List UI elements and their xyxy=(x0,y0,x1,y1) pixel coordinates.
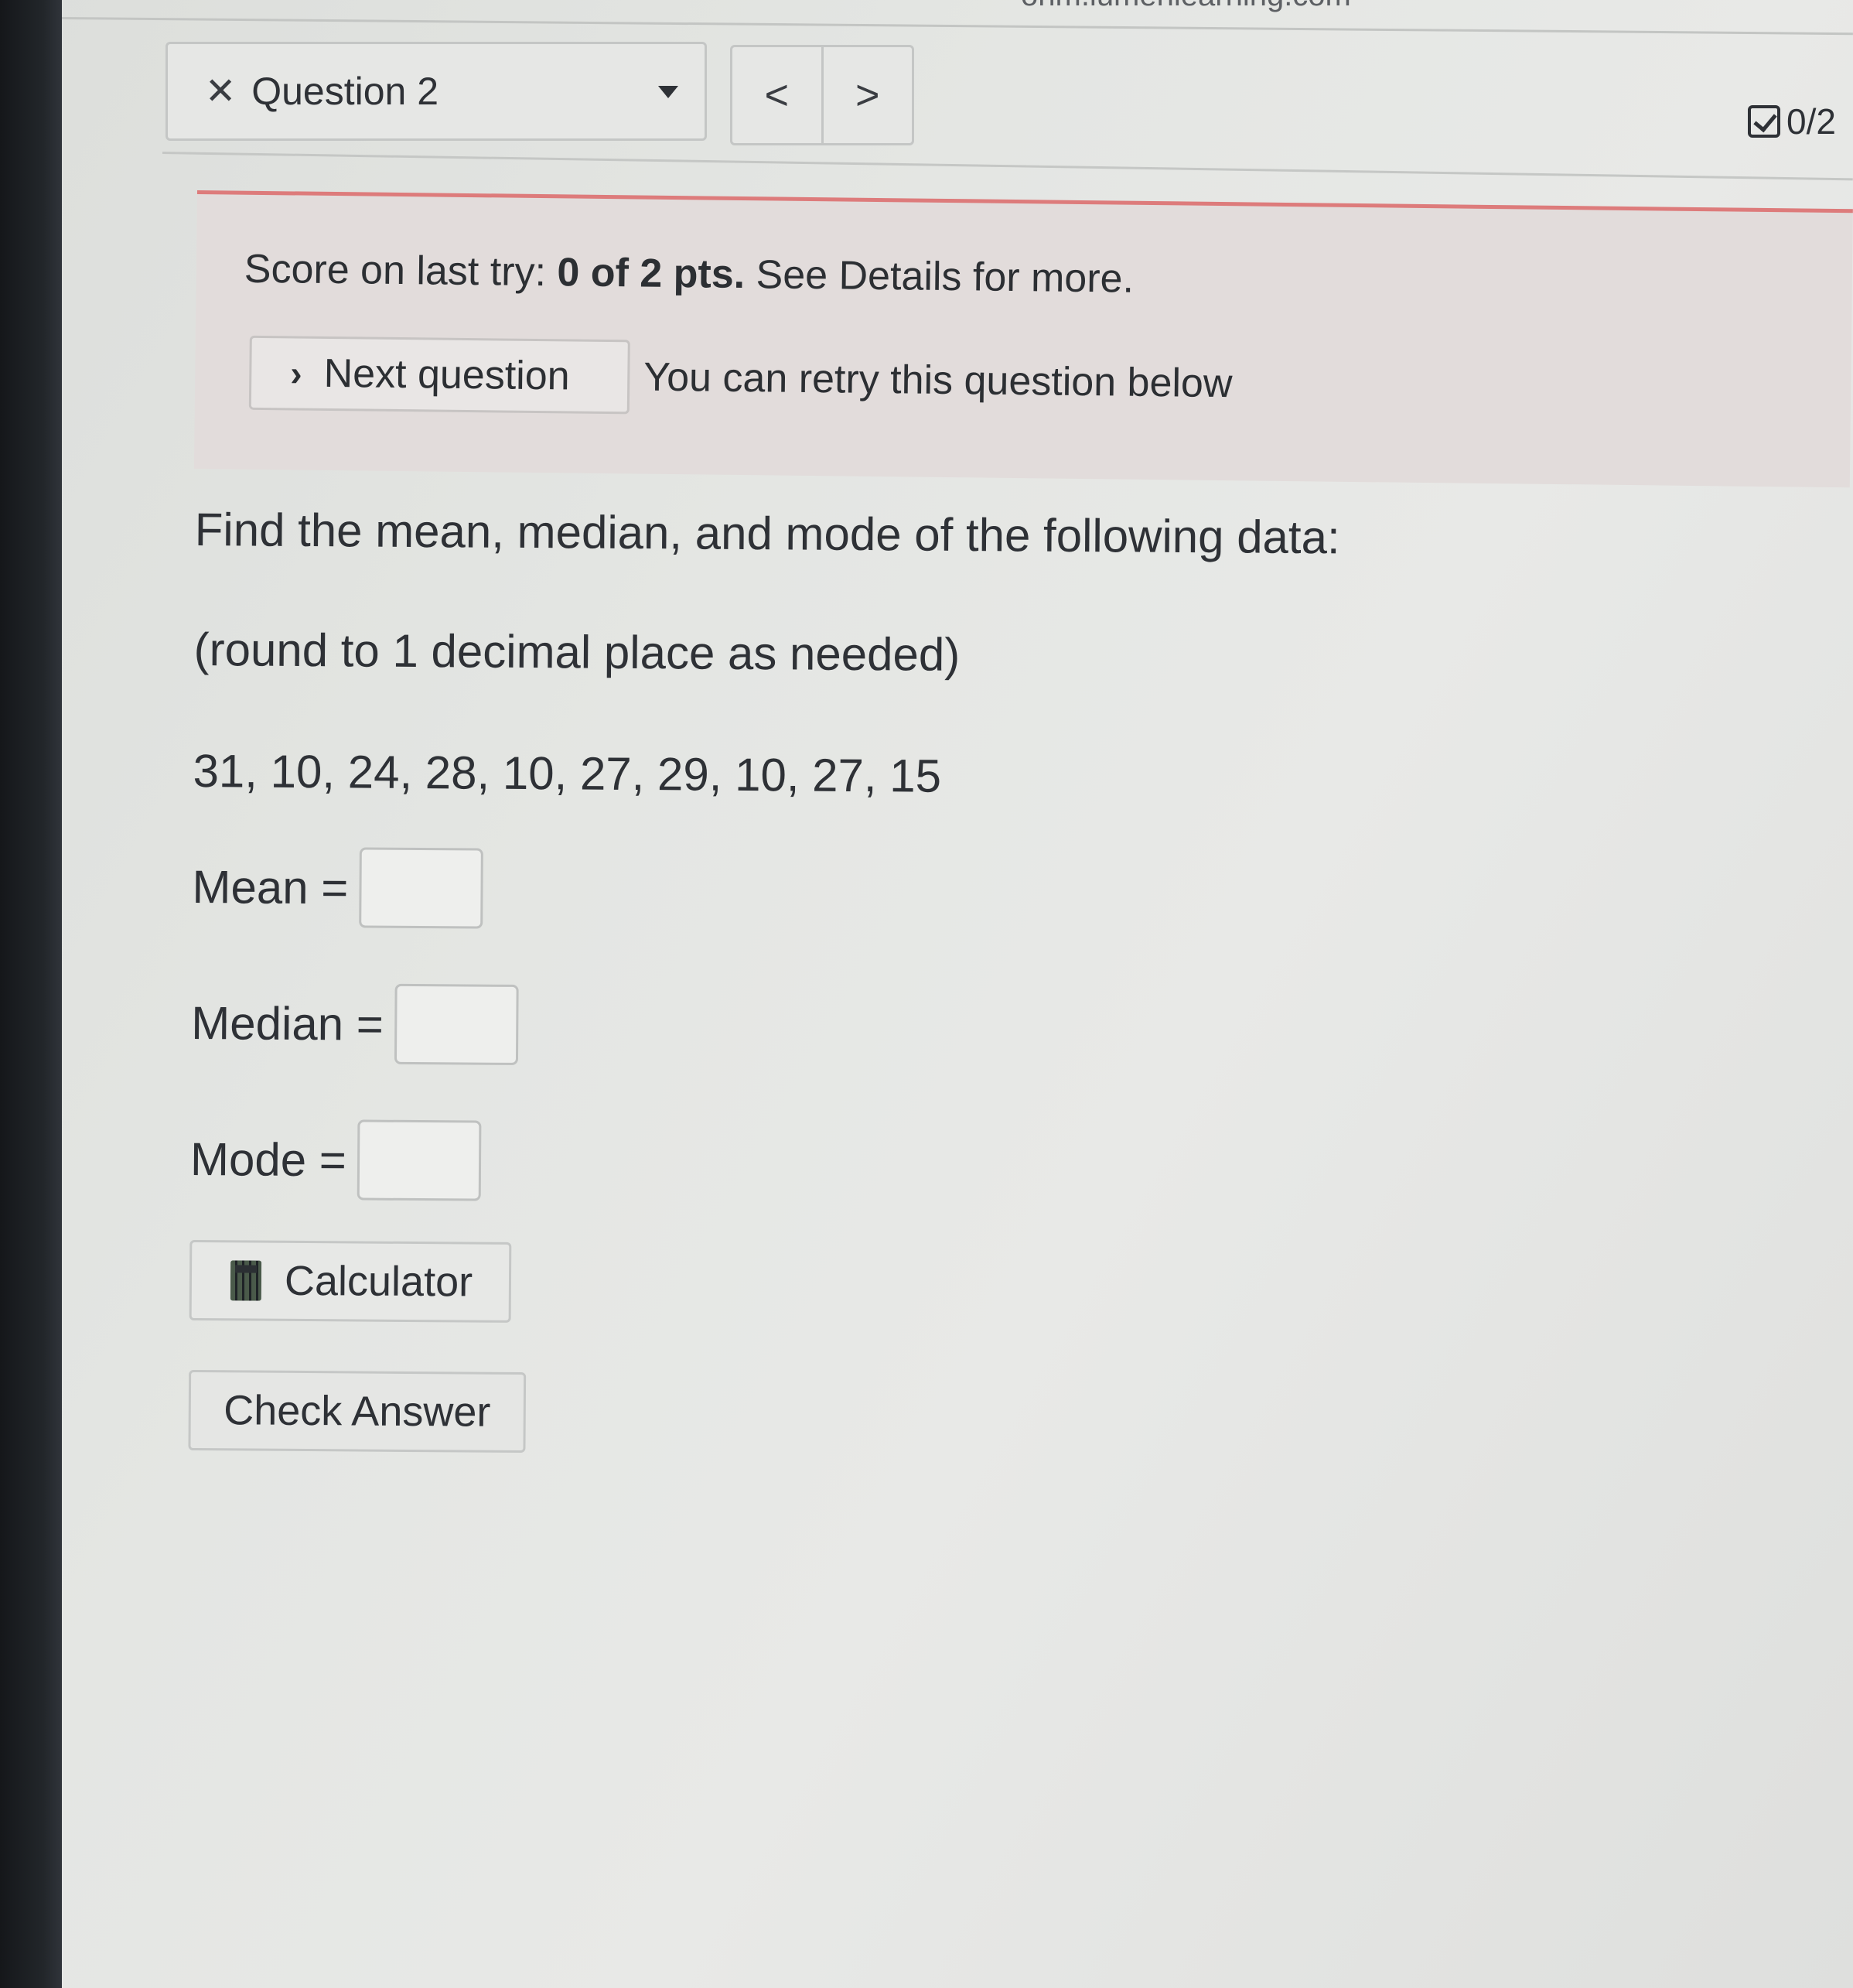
mode-input[interactable] xyxy=(357,1119,482,1201)
monitor-bezel xyxy=(0,0,62,1988)
checkbox-icon xyxy=(1748,105,1780,138)
feedback-banner: Score on last try: 0 of 2 pts. See Detai… xyxy=(193,190,1853,488)
question-nav: < > xyxy=(730,45,914,145)
retry-message: You can retry this question below xyxy=(643,354,1233,407)
check-answer-button[interactable]: Check Answer xyxy=(188,1369,527,1453)
chevron-right-icon: › xyxy=(290,353,302,394)
score-badge: 0/2 xyxy=(1748,101,1836,142)
browser-divider xyxy=(61,17,1853,36)
question-selector-label: Question 2 xyxy=(251,70,439,113)
data-values: 31, 10, 24, 28, 10, 27, 29, 10, 27, 15 xyxy=(193,744,942,802)
url-bar-text: ohm.lumenlearning.com xyxy=(1021,0,1351,13)
header-separator xyxy=(162,152,1853,181)
next-question-label: Next question xyxy=(323,350,570,399)
score-badge-value: 0/2 xyxy=(1786,101,1836,142)
last-try-score: Score on last try: 0 of 2 pts. See Detai… xyxy=(244,246,1135,302)
score-suffix: See Details for more. xyxy=(756,252,1135,302)
median-label: Median = xyxy=(191,996,384,1050)
score-value: 0 of 2 pts. xyxy=(557,250,746,298)
calculator-button[interactable]: Calculator xyxy=(189,1239,512,1323)
caret-down-icon xyxy=(658,86,678,98)
mode-label: Mode = xyxy=(189,1132,347,1186)
mode-row: Mode = xyxy=(190,1116,1336,1209)
question-selector[interactable]: ✕ Question 2 xyxy=(166,42,707,141)
calculator-label: Calculator xyxy=(284,1257,473,1306)
median-input[interactable] xyxy=(394,983,519,1065)
mean-label: Mean = xyxy=(192,860,349,914)
mean-row: Mean = xyxy=(192,844,1338,937)
median-row: Median = xyxy=(191,980,1337,1073)
rounding-instruction: (round to 1 decimal place as needed) xyxy=(193,623,961,681)
question-body: Find the mean, median, and mode of the f… xyxy=(188,503,1340,1458)
calculator-icon xyxy=(230,1260,262,1301)
close-icon[interactable]: ✕ xyxy=(205,70,236,113)
previous-question-button[interactable]: < xyxy=(732,47,821,143)
next-question-arrow-button[interactable]: > xyxy=(821,47,913,143)
next-question-button[interactable]: › Next question xyxy=(248,335,630,415)
mean-input[interactable] xyxy=(358,847,483,929)
score-prefix: Score on last try: xyxy=(244,246,547,295)
question-prompt: Find the mean, median, and mode of the f… xyxy=(194,504,1340,564)
